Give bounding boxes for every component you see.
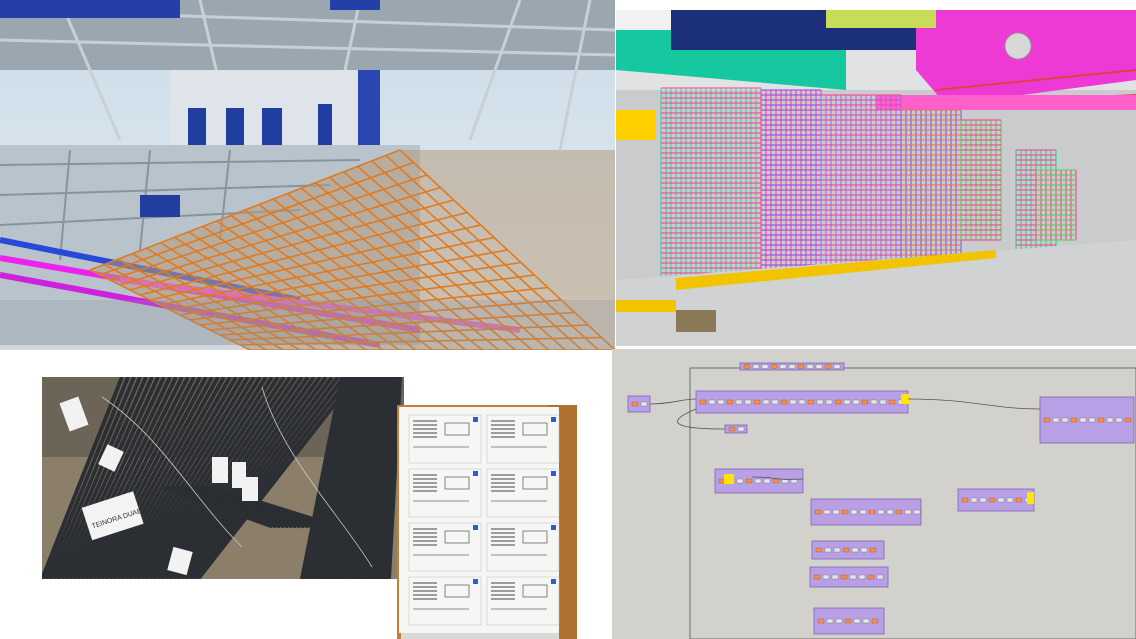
- rebar-cage-bim-view: [616, 10, 1136, 346]
- bending-schedule-sheets: [397, 405, 577, 639]
- rebar-bundle-photo: TEINORA DUAETE: [42, 377, 404, 579]
- rebar-mesh-render: [0, 0, 615, 350]
- node-graph-editor: [612, 349, 1136, 639]
